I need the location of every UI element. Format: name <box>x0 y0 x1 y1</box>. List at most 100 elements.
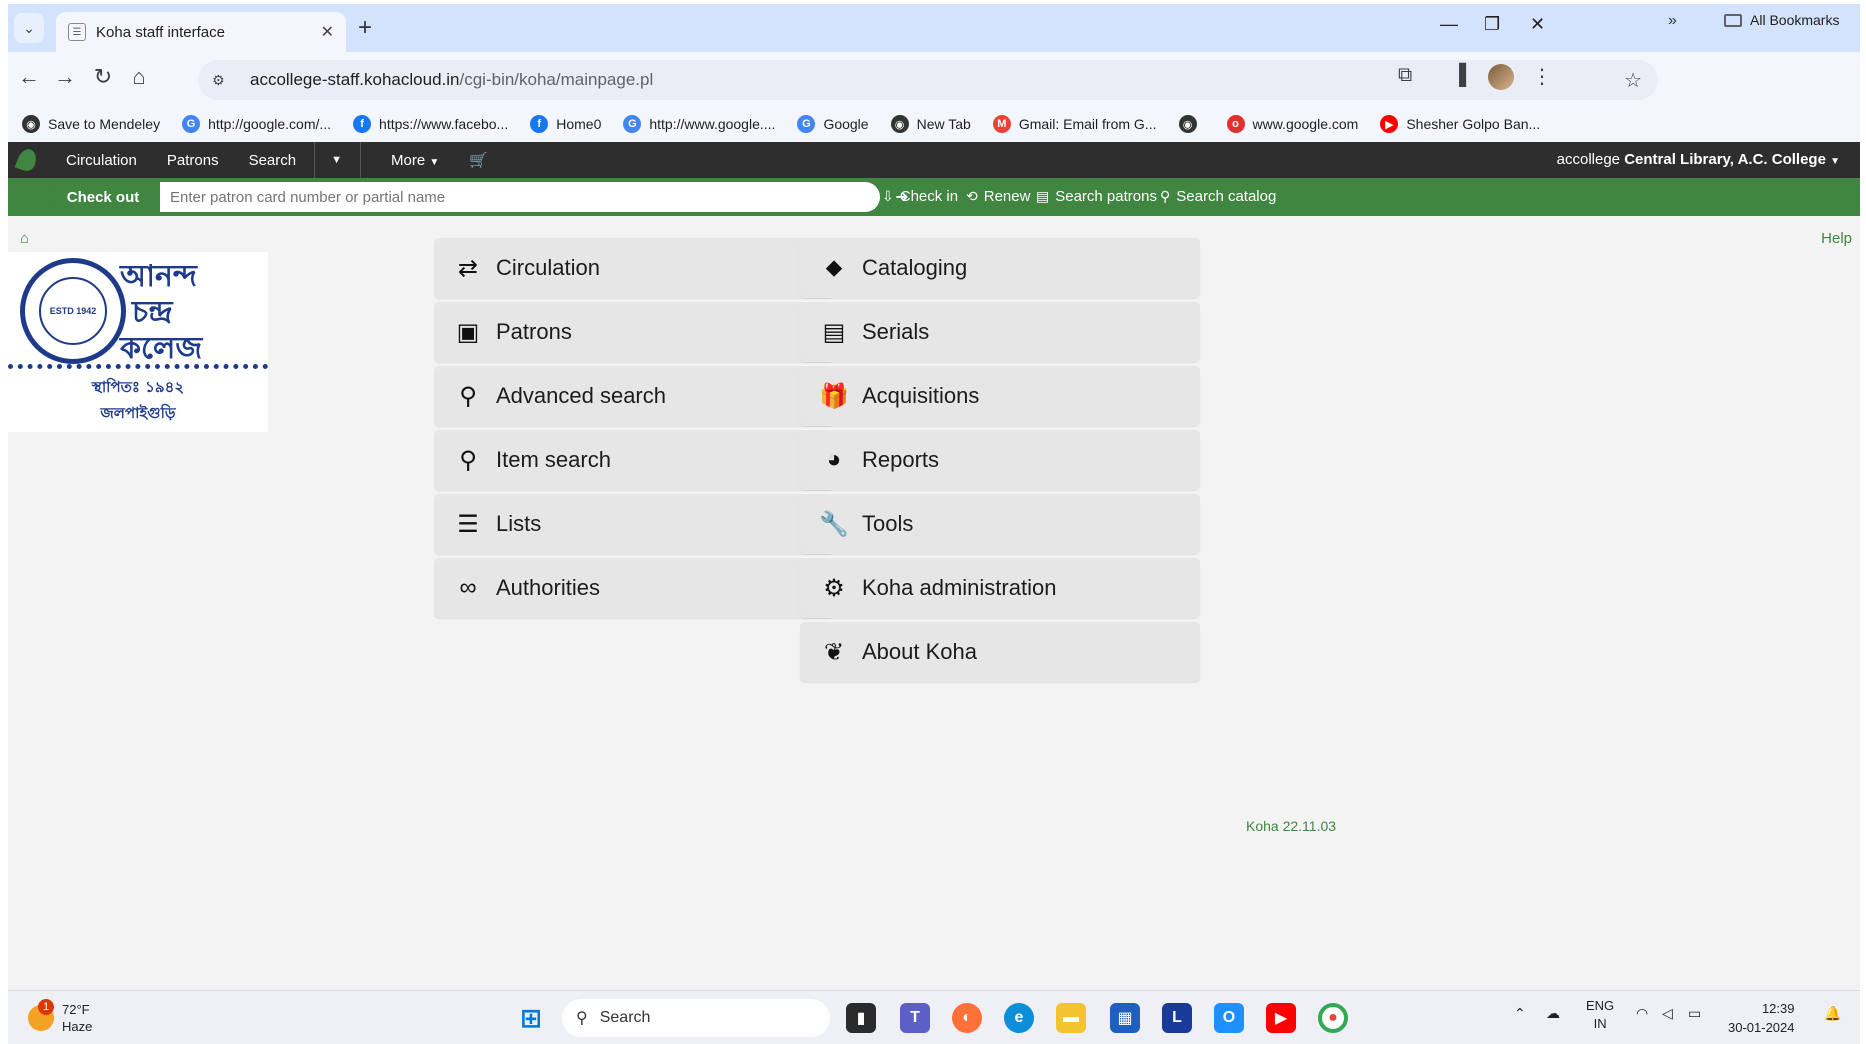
help-link[interactable]: Help <box>1821 230 1852 247</box>
address-bar[interactable]: ⚙ accollege-staff.kohacloud.in/cgi-bin/k… <box>198 60 1658 100</box>
module-authorities-button[interactable]: ∞ Authorities <box>434 558 834 618</box>
bookmark-item[interactable]: o www.google.com <box>1226 115 1358 133</box>
bookmark-item[interactable]: f Home0 <box>530 115 601 133</box>
site-info-icon[interactable]: ⚙ <box>212 72 234 89</box>
bookmark-label: Google <box>823 116 869 132</box>
menu-kebab-icon[interactable]: ⋮ <box>1532 64 1552 89</box>
window-close-icon[interactable]: ✕ <box>1530 14 1545 35</box>
back-icon[interactable]: ← <box>14 64 44 90</box>
list-icon: ☰ <box>457 510 479 538</box>
bookmark-item[interactable]: G Google <box>797 115 869 133</box>
header-link-check-out[interactable]: ⇪ Check out <box>790 188 876 209</box>
koha-logo-icon[interactable] <box>14 146 40 174</box>
browser-tab[interactable]: ☰ Koha staff interface ✕ <box>56 12 346 52</box>
module-circulation-button[interactable]: ⇄ Circulation <box>434 238 834 298</box>
module-label: Circulation <box>496 255 600 280</box>
header-link-renew[interactable]: ⟲ Renew <box>966 188 1030 205</box>
file-explorer-icon[interactable]: ▬ <box>1056 1003 1086 1033</box>
store-icon[interactable]: ▦ <box>1110 1003 1140 1033</box>
module-label: Tools <box>862 511 914 536</box>
mendeley-icon: ◉ <box>22 115 40 133</box>
college-seal-icon: ESTD 1942 <box>20 258 126 364</box>
module-koha-administration-button[interactable]: ⚙ Koha administration <box>800 558 1200 618</box>
module-acquisitions-button[interactable]: 🎁 Acquisitions <box>800 366 1200 426</box>
edge-icon[interactable]: e <box>1004 1003 1034 1033</box>
main-content: ⌂ Help ESTD 1942 আনন্দ চন্দ্র কলেজ স্থাপ… <box>8 216 1860 996</box>
module-item-search-button[interactable]: ⚲ Item search <box>434 430 834 490</box>
opera-icon: o <box>1226 115 1245 133</box>
all-bookmarks-button[interactable]: All Bookmarks <box>1724 12 1839 28</box>
youtube-icon[interactable]: ▶ <box>1266 1003 1296 1033</box>
language-indicator[interactable]: ENG IN <box>1586 997 1614 1033</box>
system-clock[interactable]: 12:39 30-01-2024 <box>1728 999 1795 1037</box>
task-view-icon[interactable]: ▮ <box>846 1003 876 1033</box>
nav-more[interactable]: More ▼ <box>391 152 439 169</box>
side-panel-icon[interactable]: ▐ <box>1452 64 1466 87</box>
volume-icon[interactable]: ◁ <box>1662 1005 1673 1022</box>
notification-bell-icon[interactable]: 🔔 <box>1824 1005 1841 1022</box>
nav-divider <box>360 142 361 178</box>
windows-start-icon[interactable]: ⊞ <box>516 1003 546 1033</box>
college-logo: ESTD 1942 আনন্দ চন্দ্র কলেজ স্থাপিতঃ ১৯৪… <box>8 252 268 432</box>
upload-icon: ⇪ <box>790 188 802 204</box>
header-link-check-in[interactable]: ⇩ Check in <box>882 188 958 205</box>
taskbar-search[interactable]: ⚲ Search <box>562 999 830 1037</box>
module-lists-button[interactable]: ☰ Lists <box>434 494 834 554</box>
forward-icon[interactable]: → <box>50 64 80 90</box>
cart-icon[interactable]: 🛒 <box>469 151 488 169</box>
tab-search-button[interactable]: ⌄ <box>14 13 44 43</box>
bookmark-item[interactable]: ◉ <box>1178 115 1205 133</box>
nav-patrons[interactable]: Patrons <box>167 152 219 169</box>
header-link-search-catalog[interactable]: ⚲ Search catalog <box>1160 188 1276 205</box>
module-label: Serials <box>862 319 930 344</box>
weather-sun-icon: 1 <box>28 999 54 1031</box>
bookmark-item[interactable]: ◉ Save to Mendeley <box>22 115 160 133</box>
app-l-icon[interactable]: L <box>1162 1003 1192 1033</box>
module-cataloging-button[interactable]: ⬥ Cataloging <box>800 238 1200 298</box>
bookmark-item[interactable]: Ghttp://www.google.... <box>623 115 775 133</box>
module-about-koha-button[interactable]: ❦ About Koha <box>800 622 1200 682</box>
wrench-icon: 🔧 <box>819 510 849 538</box>
reload-icon[interactable]: ↻ <box>88 64 118 90</box>
weather-widget[interactable]: 1 72°F Haze <box>28 999 92 1035</box>
home-breadcrumb-icon[interactable]: ⌂ <box>20 230 29 247</box>
bookmark-item[interactable]: ◉ New Tab <box>890 115 971 133</box>
logged-in-user-menu[interactable]: accollege Central Library, A.C. College … <box>1557 151 1840 168</box>
nav-circulation[interactable]: Circulation <box>66 152 137 169</box>
bookmark-star-icon[interactable]: ☆ <box>1624 68 1642 93</box>
module-serials-button[interactable]: ▤ Serials <box>800 302 1200 362</box>
header-link-search-patrons[interactable]: ▤ Search patrons <box>1036 188 1157 205</box>
minimize-icon[interactable]: — <box>1440 14 1458 35</box>
battery-icon[interactable]: ▭ <box>1688 1005 1701 1022</box>
nav-search[interactable]: Search <box>249 152 297 169</box>
tab-close-icon[interactable]: ✕ <box>321 22 334 42</box>
tray-expand-icon[interactable]: ⌃ <box>1514 1005 1526 1022</box>
app-o-icon[interactable]: O <box>1214 1003 1244 1033</box>
facebook-icon: f <box>353 115 372 133</box>
profile-avatar[interactable] <box>1488 64 1514 96</box>
chrome-icon[interactable]: ● <box>1318 1003 1348 1033</box>
module-patrons-button[interactable]: ▣ Patrons <box>434 302 834 362</box>
youtube-icon: ▶ <box>1380 115 1399 133</box>
firefox-icon[interactable]: ◐ <box>952 1003 982 1033</box>
teams-icon[interactable]: T <box>900 1003 930 1033</box>
bookmark-item[interactable]: M Gmail: Email from G... <box>992 115 1157 133</box>
module-reports-button[interactable]: ◕ Reports <box>800 430 1200 490</box>
module-advanced-search-button[interactable]: ⚲ Advanced search <box>434 366 834 426</box>
checkout-label: Check out <box>48 182 158 212</box>
module-label: Acquisitions <box>862 383 980 408</box>
bookmark-item[interactable]: Ghttp://google.com/... <box>182 115 331 133</box>
onedrive-icon[interactable]: ☁ <box>1546 1005 1560 1022</box>
koha-version[interactable]: Koha 22.11.03 <box>1246 818 1336 834</box>
bookmark-item[interactable]: ▶ Shesher Golpo Ban... <box>1380 115 1540 133</box>
wifi-icon[interactable]: ◠ <box>1636 1005 1648 1022</box>
extensions-icon[interactable]: ⧉ <box>1398 64 1412 87</box>
restore-icon[interactable]: ❐ <box>1484 14 1500 35</box>
search-dropdown-caret-icon[interactable]: ▼ <box>331 154 342 166</box>
patron-search-input[interactable] <box>160 182 880 212</box>
new-tab-button[interactable]: + <box>358 16 372 40</box>
home-icon[interactable]: ⌂ <box>124 64 154 90</box>
module-tools-button[interactable]: 🔧 Tools <box>800 494 1200 554</box>
bookmarks-overflow-icon[interactable]: » <box>1668 12 1677 30</box>
bookmark-item[interactable]: f https://www.facebo... <box>353 115 508 133</box>
